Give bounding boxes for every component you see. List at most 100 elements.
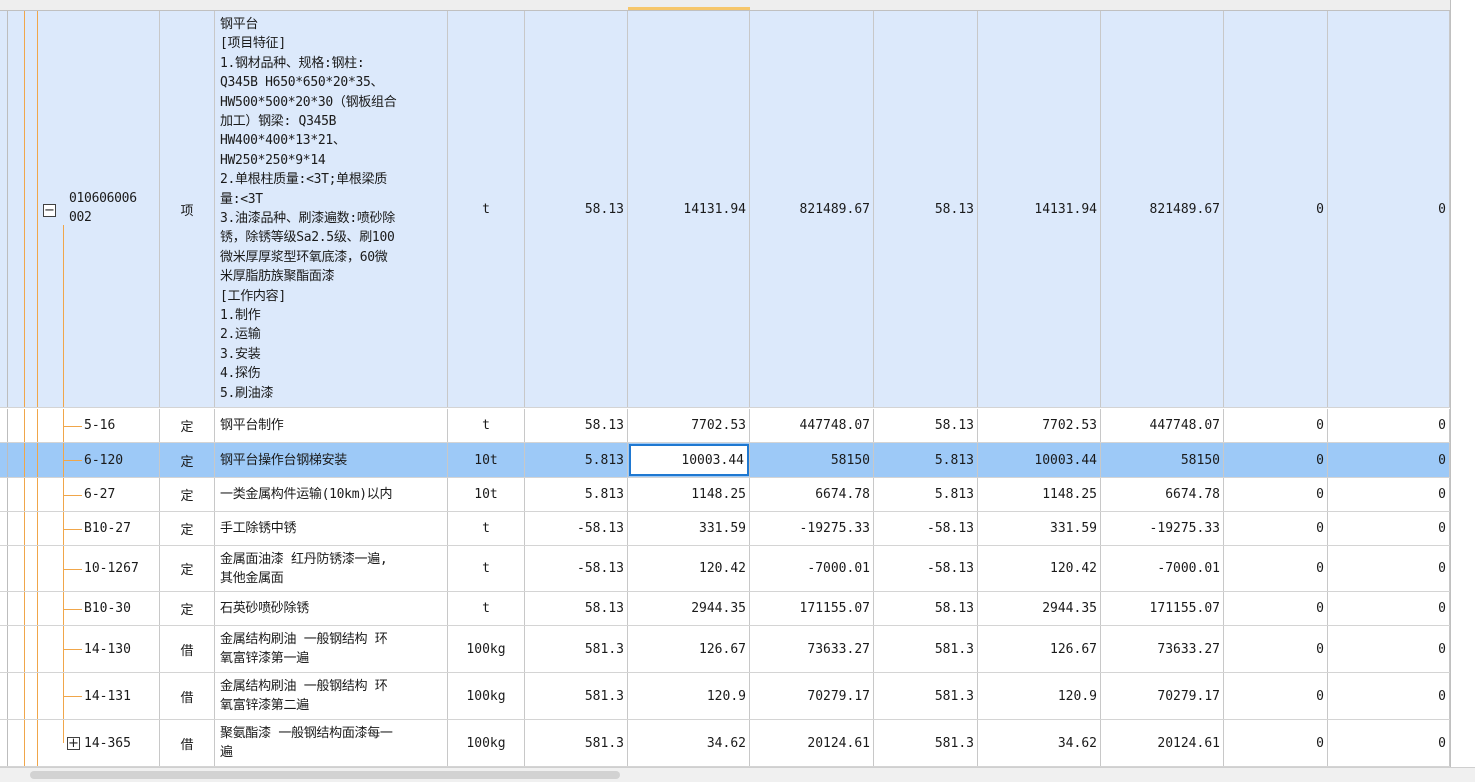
total-cell[interactable]: 73633.27 <box>750 626 874 672</box>
total-2-cell[interactable]: 20124.61 <box>1101 720 1224 766</box>
diff-2-cell[interactable]: 0 <box>1328 443 1450 477</box>
name-cell[interactable]: 钢平台 [项目特征] 1.钢材品种、规格:钢柱: Q345B H650*650*… <box>215 11 448 407</box>
total-cell[interactable]: 6674.78 <box>750 478 874 511</box>
quantity-2-cell[interactable]: 5.813 <box>874 478 978 511</box>
code-cell[interactable]: + 14-365 <box>8 720 160 766</box>
type-cell[interactable]: 定 <box>160 592 215 625</box>
total-2-cell[interactable]: 447748.07 <box>1101 409 1224 442</box>
diff-2-cell[interactable]: 0 <box>1328 673 1450 719</box>
quantity-2-cell[interactable]: -58.13 <box>874 546 978 591</box>
type-cell[interactable]: 定 <box>160 478 215 511</box>
total-cell[interactable]: 821489.67 <box>750 11 874 407</box>
name-cell[interactable]: 金属面油漆 红丹防锈漆一遍, 其他金属面 <box>215 546 448 591</box>
diff-1-cell[interactable]: 0 <box>1224 409 1328 442</box>
diff-1-cell[interactable]: 0 <box>1224 512 1328 545</box>
unit-price-cell[interactable]: 7702.53 <box>628 409 750 442</box>
table-row-quota[interactable]: 6-27 定 一类金属构件运输(10km)以内 10t 5.813 1148.2… <box>0 478 1450 512</box>
collapse-icon[interactable]: − <box>43 204 56 217</box>
total-2-cell[interactable]: 171155.07 <box>1101 592 1224 625</box>
unit-price-cell[interactable]: 1148.25 <box>628 478 750 511</box>
table-row-quota[interactable]: B10-27 定 手工除锈中锈 t -58.13 331.59 -19275.3… <box>0 512 1450 546</box>
total-cell[interactable]: 58150 <box>750 443 874 477</box>
horizontal-scrollbar[interactable] <box>0 767 1475 782</box>
unit-cell[interactable]: t <box>448 592 525 625</box>
unit-price-2-cell[interactable]: 126.67 <box>978 626 1101 672</box>
diff-1-cell[interactable]: 0 <box>1224 546 1328 591</box>
unit-cell[interactable]: 100kg <box>448 720 525 766</box>
unit-cell[interactable]: 10t <box>448 443 525 477</box>
quantity-cell[interactable]: 58.13 <box>525 409 628 442</box>
total-cell[interactable]: -19275.33 <box>750 512 874 545</box>
name-cell[interactable]: 手工除锈中锈 <box>215 512 448 545</box>
total-cell[interactable]: 70279.17 <box>750 673 874 719</box>
total-2-cell[interactable]: -19275.33 <box>1101 512 1224 545</box>
unit-cell[interactable]: t <box>448 512 525 545</box>
unit-price-cell[interactable]: 126.67 <box>628 626 750 672</box>
unit-price-2-cell[interactable]: 2944.35 <box>978 592 1101 625</box>
unit-cell[interactable]: t <box>448 546 525 591</box>
type-cell[interactable]: 项 <box>160 11 215 407</box>
quantity-2-cell[interactable]: 58.13 <box>874 592 978 625</box>
quantity-cell[interactable]: 581.3 <box>525 673 628 719</box>
total-cell[interactable]: 447748.07 <box>750 409 874 442</box>
type-cell[interactable]: 定 <box>160 409 215 442</box>
total-cell[interactable]: 171155.07 <box>750 592 874 625</box>
code-cell[interactable]: B10-27 <box>8 512 160 545</box>
unit-price-2-cell[interactable]: 14131.94 <box>978 11 1101 407</box>
quantity-2-cell[interactable]: -58.13 <box>874 512 978 545</box>
total-2-cell[interactable]: 6674.78 <box>1101 478 1224 511</box>
code-cell[interactable]: 6-27 <box>8 478 160 511</box>
diff-2-cell[interactable]: 0 <box>1328 409 1450 442</box>
unit-cell[interactable]: 10t <box>448 478 525 511</box>
type-cell[interactable]: 定 <box>160 512 215 545</box>
total-2-cell[interactable]: -7000.01 <box>1101 546 1224 591</box>
diff-1-cell[interactable]: 0 <box>1224 443 1328 477</box>
name-cell[interactable]: 钢平台制作 <box>215 409 448 442</box>
quantity-cell[interactable]: -58.13 <box>525 546 628 591</box>
unit-price-2-cell[interactable]: 34.62 <box>978 720 1101 766</box>
name-cell[interactable]: 石英砂喷砂除锈 <box>215 592 448 625</box>
name-cell[interactable]: 钢平台操作台钢梯安装 <box>215 443 448 477</box>
unit-price-cell[interactable]: 331.59 <box>628 512 750 545</box>
quantity-2-cell[interactable]: 5.813 <box>874 443 978 477</box>
unit-price-edit-input[interactable]: 10003.44 <box>629 444 749 476</box>
type-cell[interactable]: 定 <box>160 443 215 477</box>
table-row-quota[interactable]: + 14-365 借 聚氨酯漆 一般钢结构面漆每一 遍 100kg 581.3 … <box>0 720 1450 767</box>
table-row-quota[interactable]: 5-16 定 钢平台制作 t 58.13 7702.53 447748.07 5… <box>0 409 1450 443</box>
quantity-cell[interactable]: 58.13 <box>525 11 628 407</box>
unit-price-2-cell[interactable]: 1148.25 <box>978 478 1101 511</box>
type-cell[interactable]: 借 <box>160 720 215 766</box>
vertical-scrollbar[interactable] <box>1450 0 1475 781</box>
diff-2-cell[interactable]: 0 <box>1328 11 1450 407</box>
code-cell[interactable]: 14-130 <box>8 626 160 672</box>
table-row-quota[interactable]: 14-131 借 金属结构刷油 一般钢结构 环 氧富锌漆第二遍 100kg 58… <box>0 673 1450 720</box>
total-2-cell[interactable]: 821489.67 <box>1101 11 1224 407</box>
unit-cell[interactable]: t <box>448 11 525 407</box>
diff-2-cell[interactable]: 0 <box>1328 720 1450 766</box>
unit-price-2-cell[interactable]: 120.9 <box>978 673 1101 719</box>
unit-price-2-cell[interactable]: 120.42 <box>978 546 1101 591</box>
name-cell[interactable]: 金属结构刷油 一般钢结构 环 氧富锌漆第二遍 <box>215 673 448 719</box>
unit-price-cell[interactable]: 34.62 <box>628 720 750 766</box>
diff-2-cell[interactable]: 0 <box>1328 546 1450 591</box>
quantity-2-cell[interactable]: 58.13 <box>874 409 978 442</box>
total-2-cell[interactable]: 73633.27 <box>1101 626 1224 672</box>
scrollbar-thumb[interactable] <box>30 771 620 779</box>
total-2-cell[interactable]: 70279.17 <box>1101 673 1224 719</box>
diff-1-cell[interactable]: 0 <box>1224 478 1328 511</box>
unit-cell[interactable]: t <box>448 409 525 442</box>
quantity-cell[interactable]: -58.13 <box>525 512 628 545</box>
total-cell[interactable]: 20124.61 <box>750 720 874 766</box>
diff-1-cell[interactable]: 0 <box>1224 592 1328 625</box>
quantity-cell[interactable]: 5.813 <box>525 443 628 477</box>
code-cell[interactable]: − 010606006 002 <box>8 11 160 407</box>
type-cell[interactable]: 定 <box>160 546 215 591</box>
diff-1-cell[interactable]: 0 <box>1224 720 1328 766</box>
type-cell[interactable]: 借 <box>160 673 215 719</box>
unit-price-cell[interactable]: 14131.94 <box>628 11 750 407</box>
table-row-quota[interactable]: B10-30 定 石英砂喷砂除锈 t 58.13 2944.35 171155.… <box>0 592 1450 626</box>
unit-cell[interactable]: 100kg <box>448 626 525 672</box>
name-cell[interactable]: 一类金属构件运输(10km)以内 <box>215 478 448 511</box>
diff-2-cell[interactable]: 0 <box>1328 592 1450 625</box>
diff-1-cell[interactable]: 0 <box>1224 11 1328 407</box>
